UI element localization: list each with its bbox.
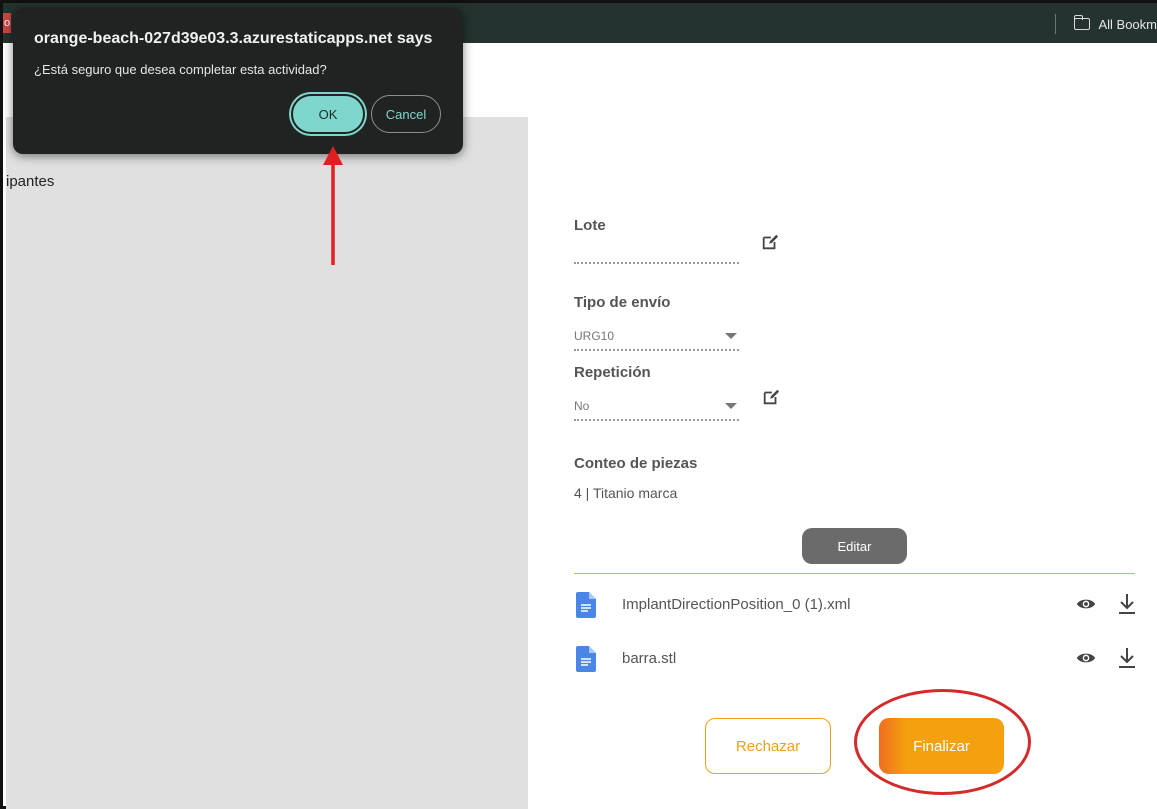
bookmarks-separator — [1055, 14, 1057, 34]
edit-repeticion-icon[interactable] — [762, 388, 780, 406]
left-panel: ipantes — [6, 117, 528, 809]
tipo-envio-select[interactable]: URG10 — [574, 329, 614, 343]
tipo-envio-underline — [574, 349, 739, 351]
lote-input[interactable] — [574, 262, 739, 264]
eye-icon[interactable] — [1076, 650, 1096, 666]
confirm-dialog: orange-beach-027d39e03.3.azurestaticapps… — [13, 8, 463, 154]
file-name[interactable]: barra.stl — [622, 650, 676, 667]
lote-label: Lote — [574, 217, 606, 234]
chevron-down-icon[interactable] — [725, 333, 737, 339]
file-row: ImplantDirectionPosition_0 (1).xml — [574, 584, 1135, 624]
download-icon[interactable] — [1117, 647, 1137, 669]
edit-lote-icon[interactable] — [761, 233, 779, 251]
all-bookmarks-button[interactable]: All Bookm — [1055, 13, 1157, 35]
rechazar-button[interactable]: Rechazar — [705, 718, 831, 774]
chevron-down-icon[interactable] — [725, 403, 737, 409]
annotation-arrow-icon — [323, 146, 343, 265]
repeticion-label: Repetición — [574, 364, 651, 381]
document-icon — [576, 646, 596, 672]
ok-button[interactable]: OK — [291, 94, 365, 134]
screenshot-frame: o All Bookm ipantes Lote Tipo de envío U… — [0, 0, 1157, 809]
finalizar-button[interactable]: Finalizar — [879, 718, 1004, 774]
file-name[interactable]: ImplantDirectionPosition_0 (1).xml — [622, 596, 850, 613]
file-row: barra.stl — [574, 638, 1135, 678]
conteo-value: 4 | Titanio marca — [574, 485, 678, 501]
participants-tab-label[interactable]: ipantes — [6, 173, 54, 190]
all-bookmarks-label: All Bookm — [1098, 16, 1157, 32]
eye-icon[interactable] — [1076, 596, 1096, 612]
browser-tab-edge[interactable]: o — [3, 13, 11, 33]
document-icon — [576, 592, 596, 618]
folder-icon — [1073, 15, 1091, 30]
dialog-message: ¿Está seguro que desea completar esta ac… — [34, 62, 327, 77]
download-icon[interactable] — [1117, 593, 1137, 615]
cancel-button[interactable]: Cancel — [371, 95, 441, 133]
repeticion-select[interactable]: No — [574, 399, 589, 413]
repeticion-underline — [574, 419, 739, 421]
dialog-title: orange-beach-027d39e03.3.azurestaticapps… — [34, 30, 433, 47]
activity-detail-panel: Lote Tipo de envío URG10 Repetición No C… — [528, 43, 1157, 809]
conteo-label: Conteo de piezas — [574, 455, 698, 472]
tipo-envio-label: Tipo de envío — [574, 294, 671, 311]
editar-button[interactable]: Editar — [802, 528, 907, 564]
section-divider — [574, 573, 1135, 574]
